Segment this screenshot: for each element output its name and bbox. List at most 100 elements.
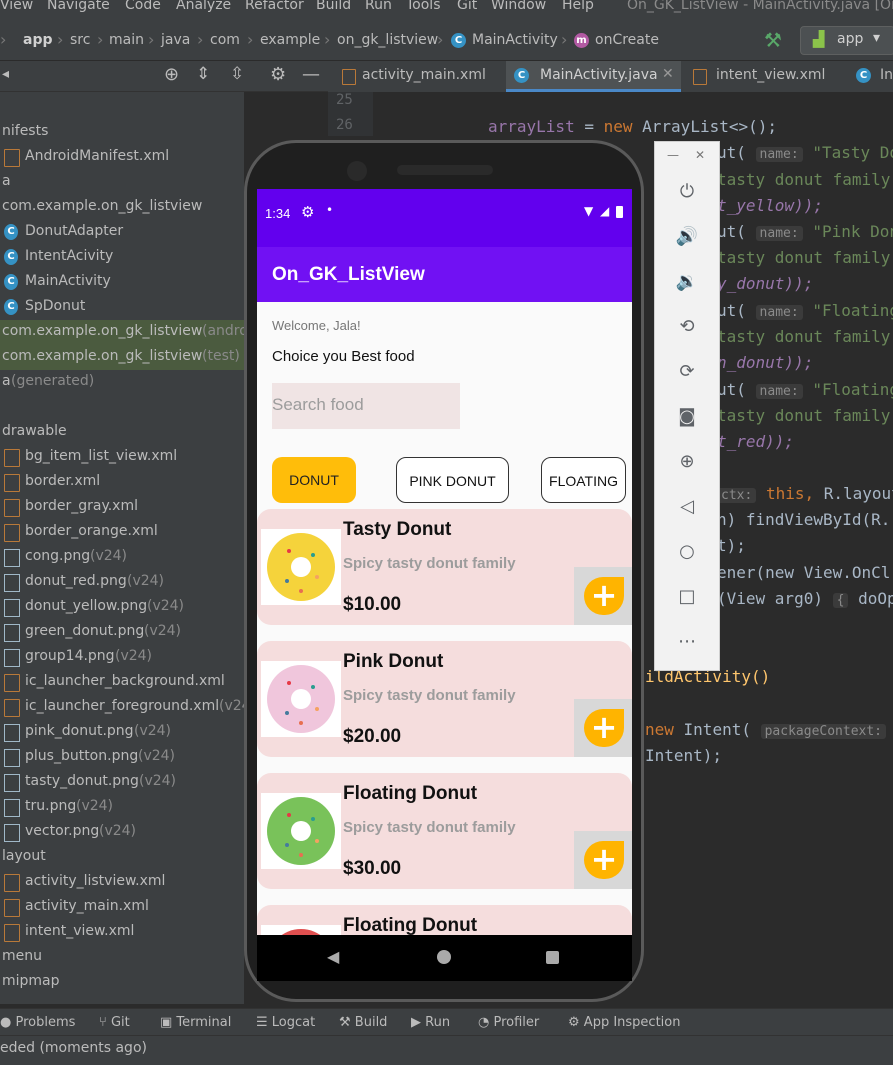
close-icon[interactable]: ✕ (662, 66, 674, 82)
menu-view[interactable]: View (0, 0, 33, 13)
tree-item[interactable]: vector.png (v24) (0, 820, 244, 845)
collapse-all-icon[interactable]: ⇳ (230, 64, 244, 84)
add-to-cart-button[interactable]: + (574, 831, 632, 889)
tree-item[interactable]: C IntentAcivity (0, 245, 244, 270)
breadcrumb-main[interactable]: main (109, 32, 144, 48)
tree-item[interactable]: ic_launcher_foreground.xml (v24) (0, 695, 244, 720)
dropdown-arrow-icon[interactable]: ◂ (2, 66, 9, 82)
tree-item[interactable]: border.xml (0, 470, 244, 495)
terminal-tool[interactable]: ▣ Terminal (160, 1015, 231, 1030)
recents-icon[interactable] (546, 951, 559, 964)
tab-activity-main[interactable]: activity_main.xml (334, 61, 506, 92)
tree-item[interactable]: plus_button.png (v24) (0, 745, 244, 770)
tree-item[interactable]: bg_item_list_view.xml (0, 445, 244, 470)
tree-item[interactable]: group14.png (v24) (0, 645, 244, 670)
tree-item[interactable]: com.example.on_gk_listview (0, 195, 244, 220)
back-icon[interactable]: ◀ (327, 947, 339, 966)
tree-item[interactable]: border_orange.xml (0, 520, 244, 545)
tree-item[interactable]: com.example.on_gk_listview (androi (0, 320, 244, 345)
menu-git[interactable]: Git (457, 0, 477, 13)
tab-intent-view[interactable]: intent_view.xml (681, 61, 846, 92)
run-config-selector[interactable]: ▟ app ▾ (800, 26, 893, 55)
overview-icon[interactable]: □ (675, 585, 699, 609)
breadcrumb-app[interactable]: app (23, 32, 53, 48)
breadcrumb-class[interactable]: MainActivity (472, 32, 558, 48)
menu-build[interactable]: Build (316, 0, 351, 13)
breadcrumb-method[interactable]: onCreate (595, 32, 659, 48)
home-icon[interactable]: ○ (675, 540, 699, 564)
breadcrumb-package[interactable]: on_gk_listview (337, 32, 438, 48)
power-icon[interactable]: ⏻ (675, 180, 699, 204)
breadcrumb-src[interactable]: src (70, 32, 90, 48)
tree-item[interactable]: C SpDonut (0, 295, 244, 320)
menu-code[interactable]: Code (125, 0, 161, 13)
hammer-icon[interactable]: ⚒ (764, 28, 782, 52)
tab-mainactivity[interactable]: C MainActivity.java ✕ (506, 61, 681, 92)
tree-item[interactable]: tru.png (v24) (0, 795, 244, 820)
menu-tools[interactable]: Tools (406, 0, 441, 13)
tree-item[interactable]: activity_listview.xml (0, 870, 244, 895)
gear-icon[interactable]: ⚙ (270, 64, 286, 85)
expand-all-icon[interactable]: ⇕ (196, 64, 210, 84)
tree-item[interactable]: donut_yellow.png (v24) (0, 595, 244, 620)
breadcrumb-com[interactable]: com (210, 32, 240, 48)
menu-analyze[interactable]: Analyze (176, 0, 231, 13)
tree-item[interactable]: com.example.on_gk_listview (test) (0, 345, 244, 370)
app-inspection-tool[interactable]: ⚙ App Inspection (568, 1015, 680, 1030)
add-to-cart-button[interactable]: + (574, 699, 632, 757)
food-card[interactable]: Pink Donut Spicy tasty donut family $20.00… (257, 641, 632, 757)
food-card[interactable]: Floating Donut Spicy tasty donut family $3… (257, 773, 632, 889)
back-icon[interactable]: ◁ (675, 495, 699, 519)
tree-item[interactable]: activity_main.xml (0, 895, 244, 920)
tree-item[interactable]: C MainActivity (0, 270, 244, 295)
profiler-tool[interactable]: ◔ Profiler (478, 1015, 539, 1030)
tree-item[interactable]: border_gray.xml (0, 495, 244, 520)
tree-item[interactable]: intent_view.xml (0, 920, 244, 945)
tree-item[interactable]: green_donut.png (v24) (0, 620, 244, 645)
rotate-right-icon[interactable]: ⟳ (675, 360, 699, 384)
git-tool[interactable]: ⑂ Git (99, 1015, 130, 1030)
close-icon[interactable]: ✕ (695, 148, 705, 162)
tree-item[interactable]: mipmap (0, 970, 244, 995)
volume-up-icon[interactable]: 🔊 (675, 225, 699, 249)
menu-navigate[interactable]: Navigate (47, 0, 110, 13)
tab-intent-activity[interactable]: C In (848, 61, 893, 92)
food-card[interactable]: Floating Donut (257, 905, 632, 935)
problems-tool[interactable]: ● Problems (0, 1015, 75, 1030)
search-input[interactable]: Search food (272, 383, 460, 429)
add-to-cart-button[interactable]: + (574, 567, 632, 625)
camera-icon[interactable]: ◙ (675, 405, 699, 429)
tree-item[interactable]: nifests (0, 120, 244, 145)
breadcrumb-example[interactable]: example (260, 32, 320, 48)
run-tool[interactable]: ▶ Run (411, 1015, 450, 1030)
home-icon[interactable] (437, 950, 451, 964)
menu-refactor[interactable]: Refactor (245, 0, 304, 13)
tree-item[interactable]: donut_red.png (v24) (0, 570, 244, 595)
zoom-icon[interactable]: ⊕ (675, 450, 699, 474)
breadcrumb-java[interactable]: java (161, 32, 190, 48)
tree-item[interactable]: pink_donut.png (v24) (0, 720, 244, 745)
tree-item[interactable]: menu (0, 945, 244, 970)
tree-item[interactable]: ic_launcher_background.xml (0, 670, 244, 695)
chip-floating[interactable]: FLOATING (541, 457, 626, 503)
rotate-left-icon[interactable]: ⟲ (675, 315, 699, 339)
minimize-icon[interactable]: — (302, 64, 320, 85)
tree-item[interactable]: AndroidManifest.xml (0, 145, 244, 170)
menu-run[interactable]: Run (365, 0, 392, 13)
volume-down-icon[interactable]: 🔉 (675, 270, 699, 294)
tree-item[interactable] (0, 395, 244, 420)
tree-item[interactable]: tasty_donut.png (v24) (0, 770, 244, 795)
chip-pink-donut[interactable]: PINK DONUT (396, 457, 509, 503)
tree-item[interactable]: a (generated) (0, 370, 244, 395)
tree-item[interactable]: a (0, 170, 244, 195)
locate-icon[interactable]: ⊕ (164, 64, 179, 85)
logcat-tool[interactable]: ☰ Logcat (256, 1015, 315, 1030)
tree-item[interactable]: C DonutAdapter (0, 220, 244, 245)
menu-help[interactable]: Help (562, 0, 594, 13)
food-card[interactable]: Tasty Donut Spicy tasty donut family $10.0… (257, 509, 632, 625)
tree-item[interactable]: layout (0, 845, 244, 870)
build-tool[interactable]: ⚒ Build (339, 1015, 387, 1030)
minimize-icon[interactable]: — (667, 148, 679, 162)
tree-item[interactable]: cong.png (v24) (0, 545, 244, 570)
more-icon[interactable]: ⋯ (675, 630, 699, 654)
